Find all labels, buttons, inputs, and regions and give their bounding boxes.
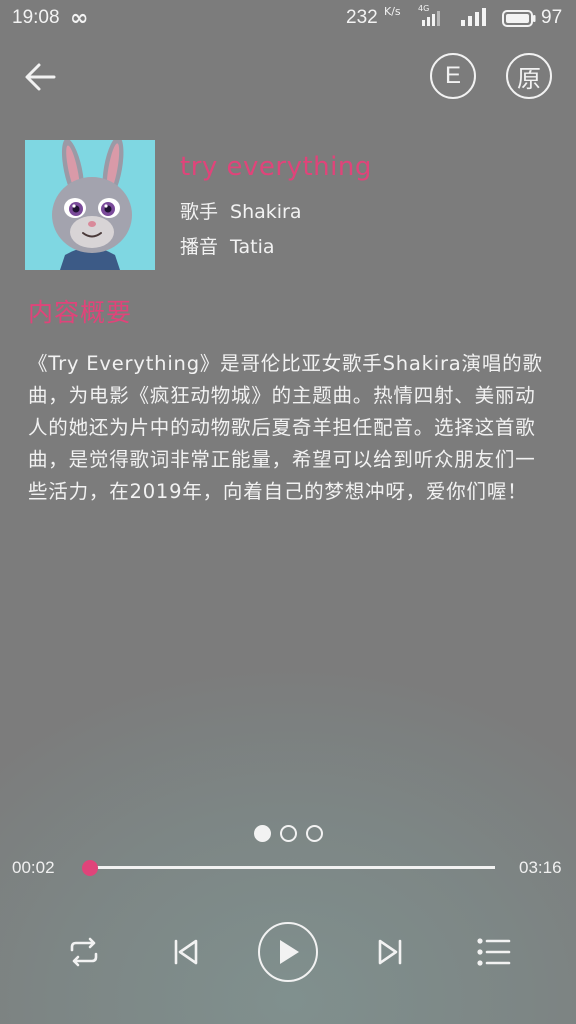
current-time: 00:02 — [12, 858, 55, 877]
skip-next-icon — [378, 939, 402, 965]
network-speed-unit: K/s — [384, 5, 401, 18]
progress-bar[interactable] — [86, 866, 495, 869]
song-title: try everything — [180, 152, 372, 182]
progress-thumb[interactable] — [82, 860, 99, 876]
infinity-icon: ∞ — [70, 6, 89, 31]
singer-name: Shakira — [230, 201, 302, 223]
original-toggle-button[interactable]: 原 — [506, 53, 552, 99]
total-time: 03:16 — [519, 858, 562, 877]
status-time: 19:08 — [12, 7, 60, 28]
mobile-data-icon: 4G — [418, 4, 446, 28]
broadcaster-row: 播音 Tatia — [180, 232, 275, 259]
language-toggle-button[interactable]: E — [430, 53, 476, 99]
signal-icon — [461, 8, 486, 26]
repeat-button[interactable] — [62, 920, 106, 984]
play-icon — [280, 940, 299, 964]
back-button[interactable] — [20, 56, 62, 98]
page-dot[interactable] — [280, 825, 297, 842]
battery-icon — [502, 10, 536, 27]
page-dot[interactable] — [306, 825, 323, 842]
repeat-icon — [70, 937, 98, 967]
skip-previous-icon — [174, 939, 198, 965]
network-speed: 232 — [346, 7, 378, 28]
previous-button[interactable] — [166, 920, 206, 984]
broadcaster-name: Tatia — [230, 236, 275, 258]
summary-text: 《Try Everything》是哥伦比亚女歌手Shakira演唱的歌曲，为电影… — [28, 352, 543, 503]
arrow-left-icon — [25, 63, 56, 91]
playlist-icon — [477, 938, 511, 966]
summary-title: 内容概要 — [28, 298, 133, 327]
top-bar: E 原 — [0, 48, 576, 108]
singer-row: 歌手 Shakira — [180, 197, 302, 224]
play-button[interactable] — [258, 922, 318, 982]
broadcaster-label: 播音 — [180, 236, 219, 258]
page-dot[interactable] — [254, 825, 271, 842]
album-cover — [25, 140, 155, 270]
status-bar: 19:08 ∞ 232 K/s 4G 97 — [0, 0, 576, 36]
page-indicator — [254, 825, 324, 843]
battery-level: 97 — [541, 7, 563, 28]
singer-label: 歌手 — [180, 201, 219, 223]
playback-controls — [0, 920, 576, 984]
next-button[interactable] — [370, 920, 410, 984]
playlist-button[interactable] — [472, 920, 516, 984]
